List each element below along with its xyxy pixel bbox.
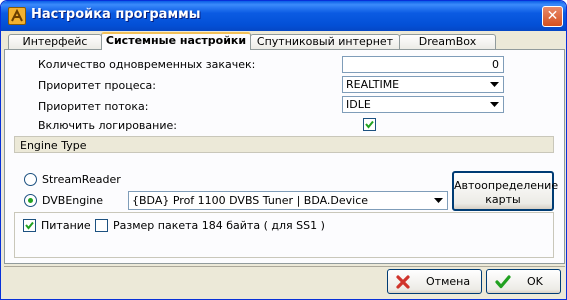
concurrent-downloads-value: 0: [492, 58, 499, 71]
tab-strip: Интерфейс Системные настройки Спутниковы…: [4, 32, 565, 50]
power-label[interactable]: Питание: [41, 219, 91, 232]
dvbengine-radio[interactable]: [24, 194, 37, 207]
concurrent-downloads-input[interactable]: 0: [342, 56, 504, 73]
chevron-down-icon[interactable]: [487, 78, 502, 91]
tab-interface[interactable]: Интерфейс: [8, 34, 102, 49]
power-checkbox[interactable]: [23, 219, 36, 232]
process-priority-label: Приоритет процеса:: [38, 79, 156, 92]
autodetect-card-button[interactable]: Автоопределение карты: [452, 171, 559, 211]
concurrent-downloads-label: Количество одновременных закачек:: [38, 58, 256, 71]
tab-dreambox[interactable]: DreamBox: [399, 34, 496, 49]
cancel-button[interactable]: Отмена: [387, 269, 482, 294]
thread-priority-label: Приоритет потока:: [38, 100, 149, 113]
process-priority-value: REALTIME: [346, 78, 400, 91]
cancel-icon: [396, 275, 410, 289]
dvbengine-label[interactable]: DVBEngine: [42, 194, 103, 207]
engine-type-header: Engine Type: [14, 136, 554, 153]
chevron-down-icon[interactable]: [487, 98, 502, 111]
streamreader-label[interactable]: StreamReader: [42, 173, 121, 186]
checkmark-icon: [365, 120, 374, 129]
ok-label: OK: [527, 275, 543, 288]
device-select[interactable]: {BDA} Prof 1100 DVBS Tuner | BDA.Device: [128, 191, 448, 210]
tab-system-settings[interactable]: Системные настройки: [101, 32, 251, 50]
thread-priority-select[interactable]: IDLE: [342, 96, 504, 113]
chevron-down-icon[interactable]: [431, 194, 446, 207]
logging-label: Включить логирование:: [38, 119, 177, 132]
process-priority-select[interactable]: REALTIME: [342, 76, 504, 93]
logging-checkbox[interactable]: [363, 118, 376, 131]
close-icon: ✕: [546, 8, 559, 24]
streamreader-radio[interactable]: [24, 173, 37, 186]
tab-satellite-internet[interactable]: Спутниковый интернет: [250, 34, 400, 49]
engine-type-title: Engine Type: [20, 139, 87, 152]
cancel-label: Отмена: [426, 275, 471, 288]
check-icon: [495, 275, 511, 289]
ok-button[interactable]: OK: [486, 269, 561, 294]
packet-size-checkbox[interactable]: [95, 219, 108, 232]
autodetect-label-line2: карты: [485, 193, 521, 206]
checkmark-icon: [25, 221, 34, 230]
close-button[interactable]: ✕: [542, 6, 563, 27]
footer-divider: [4, 266, 565, 267]
device-value: {BDA} Prof 1100 DVBS Tuner | BDA.Device: [132, 194, 369, 207]
packet-size-label[interactable]: Размер пакета 184 байта ( для SS1 ): [113, 219, 325, 232]
settings-window: Настройка программы ✕ Интерфейс Системны…: [0, 0, 567, 300]
radio-selected-dot: [28, 198, 33, 203]
app-icon: [8, 7, 26, 25]
title-bar[interactable]: Настройка программы ✕: [1, 1, 566, 31]
autodetect-label-line1: Автоопределение: [454, 179, 559, 192]
thread-priority-value: IDLE: [346, 98, 371, 111]
window-title: Настройка программы: [31, 7, 201, 22]
